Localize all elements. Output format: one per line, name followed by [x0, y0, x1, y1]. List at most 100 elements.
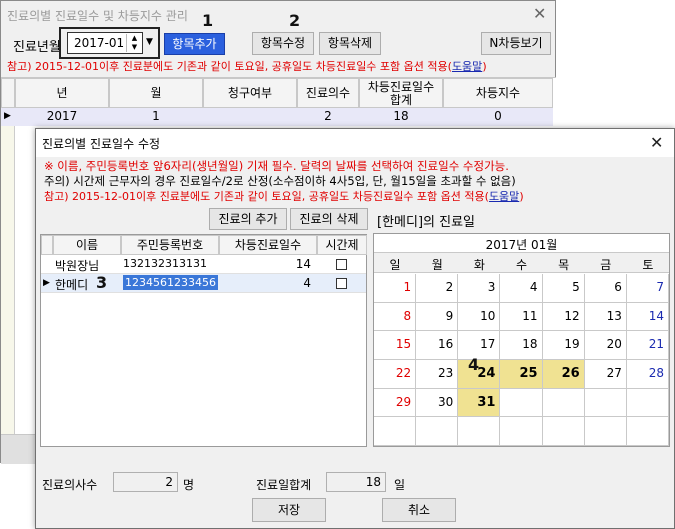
col-name: 이름	[53, 235, 121, 255]
calendar-day[interactable]: 30	[416, 388, 459, 418]
delete-item-button[interactable]: 항목삭제	[319, 32, 381, 55]
doctor-row[interactable]: ▶ 한메디 1234561233456 4	[41, 274, 366, 293]
back-notice-text: 참고) 2015-12-01이후 진료분에도 기존과 같이 토요일, 공휴일도 …	[7, 60, 452, 73]
calendar-empty-cell	[626, 417, 669, 446]
part-time-checkbox[interactable]	[336, 259, 347, 270]
doctor-name: 박원장님	[55, 259, 100, 273]
calendar-weekday: 일	[389, 258, 401, 272]
calendar-day[interactable]: 12	[542, 302, 585, 332]
calendar-empty-cell	[542, 417, 585, 446]
callout-2: 2	[289, 11, 301, 30]
row-indicator-icon: ▶	[4, 111, 11, 121]
back-notice-close: )	[482, 60, 487, 73]
calendar-day[interactable]: 16	[416, 331, 459, 360]
dialog-notice-close: )	[519, 190, 524, 203]
doctor-rrn-selected[interactable]: 1234561233456	[123, 275, 218, 290]
calendar-day[interactable]: 3	[458, 274, 501, 303]
calendar-day[interactable]: 13	[584, 302, 627, 332]
calendar-day[interactable]: 26	[542, 360, 585, 389]
calendar-day[interactable]: 8	[374, 302, 417, 332]
cell-diff-days: 18	[393, 109, 409, 123]
calendar-day[interactable]: 11	[500, 302, 543, 332]
dialog-title: 진료의별 진료일수 수정	[42, 137, 161, 151]
doctor-rrn: 132132313131	[123, 257, 207, 270]
calendar-day[interactable]: 18	[500, 331, 543, 360]
part-time-checkbox[interactable]	[336, 278, 347, 289]
row-header-strip	[1, 126, 15, 446]
cancel-button[interactable]: 취소	[382, 498, 456, 522]
calendar-empty-cell	[416, 417, 459, 446]
doctor-days: 4	[303, 276, 311, 290]
calendar-title: 2017년 01월	[485, 238, 558, 252]
calendar-day[interactable]: 31	[458, 388, 501, 418]
calendar-day[interactable]: 29	[374, 388, 417, 418]
calendar-day[interactable]: 19	[542, 331, 585, 360]
doctor-count-unit: 명	[183, 478, 195, 492]
row-indicator-icon: ▶	[43, 278, 50, 288]
doctor-grid: 이름 주민등록번호 차등진료일수 시간제 박원장님 132132313131 1…	[40, 234, 367, 447]
n-diff-view-button[interactable]: N차등보기	[481, 32, 551, 55]
col-part-time: 시간제	[317, 235, 367, 255]
calendar-day[interactable]: 7	[626, 274, 669, 303]
calendar-day[interactable]: 27	[584, 360, 627, 389]
dialog-help-link[interactable]: 도움말	[489, 190, 519, 203]
table-row[interactable]: ▶ 2017 1 2 18 0	[1, 108, 553, 126]
calendar-weekday: 금	[600, 258, 612, 272]
calendar-empty-cell	[584, 417, 627, 446]
callout-4: 4	[468, 355, 480, 374]
calendar: 2017년 01월 일월화수목금토 1 2 3 4 5 6 7 8 9 10 11 12 13 14 15 1…	[373, 233, 670, 447]
doctor-row[interactable]: 박원장님 132132313131 14	[41, 255, 366, 274]
calendar-weekday: 월	[431, 258, 443, 272]
save-button[interactable]: 저장	[252, 498, 326, 522]
back-close-icon[interactable]: ✕	[533, 6, 546, 22]
back-grid-corner	[1, 78, 15, 108]
dialog-notice-text: 참고) 2015-12-01이후 진료분에도 기존과 같이 토요일, 공휴일도 …	[44, 190, 489, 203]
col-diff-days: 차등진료일수	[219, 235, 317, 255]
calendar-weekday: 토	[642, 258, 654, 272]
calendar-day[interactable]: 24	[458, 360, 501, 389]
doctor-count-field: 2	[113, 472, 178, 492]
dialog-note-2: 주의) 시간제 근무자의 경우 진료일수/2로 산정(소수점이하 4사5입, 단…	[44, 174, 516, 188]
calendar-empty-cell	[458, 417, 501, 446]
calendar-day[interactable]: 5	[542, 274, 585, 303]
doctor-days: 14	[295, 257, 311, 271]
calendar-day[interactable]: 20	[584, 331, 627, 360]
calendar-empty-cell	[500, 417, 543, 446]
col-diff-index: 차등지수	[443, 78, 553, 108]
doctor-count-label: 진료의사수	[42, 478, 98, 492]
calendar-day[interactable]: 23	[416, 360, 459, 389]
calendar-weekday: 목	[558, 258, 570, 272]
calendar-day[interactable]: 10	[458, 302, 501, 332]
total-days-unit: 일	[394, 478, 406, 492]
col-claimed: 청구여부	[203, 78, 297, 108]
calendar-day[interactable]: 14	[626, 302, 669, 332]
calendar-empty-cell	[584, 388, 627, 418]
calendar-empty-cell	[542, 388, 585, 418]
back-help-link[interactable]: 도움말	[452, 60, 482, 73]
calendar-day[interactable]: 9	[416, 302, 459, 332]
cell-diff-index: 0	[494, 109, 502, 123]
col-rrn: 주민등록번호	[121, 235, 219, 255]
dialog-close-icon[interactable]: ✕	[650, 135, 663, 151]
add-item-button[interactable]: 항목추가	[164, 33, 225, 55]
calendar-day[interactable]: 17	[458, 331, 501, 360]
dialog-note-1: ※ 이름, 주민등록번호 앞6자리(생년월일) 기재 필수. 달력의 날짜를 선…	[44, 159, 509, 173]
calendar-day[interactable]: 15	[374, 331, 417, 360]
edit-item-button[interactable]: 항목수정	[252, 32, 314, 55]
calendar-day[interactable]: 6	[584, 274, 627, 303]
calendar-weekday: 화	[473, 258, 485, 272]
calendar-day[interactable]: 22	[374, 360, 417, 389]
calendar-day[interactable]: 28	[626, 360, 669, 389]
calendar-day[interactable]: 2	[416, 274, 459, 303]
delete-doctor-button[interactable]: 진료의 삭제	[290, 208, 368, 230]
calendar-weekday-row: 일월화수목금토	[374, 252, 669, 273]
add-doctor-button[interactable]: 진료의 추가	[209, 208, 287, 230]
dialog-notice: 참고) 2015-12-01이후 진료분에도 기존과 같이 토요일, 공휴일도 …	[44, 188, 524, 204]
calendar-empty-cell	[500, 388, 543, 418]
calendar-day[interactable]: 25	[500, 360, 543, 389]
doctor-grid-corner	[41, 235, 53, 255]
calendar-weekday: 수	[515, 258, 528, 272]
calendar-day[interactable]: 1	[374, 274, 417, 303]
calendar-day[interactable]: 4	[500, 274, 543, 303]
calendar-day[interactable]: 21	[626, 331, 669, 360]
